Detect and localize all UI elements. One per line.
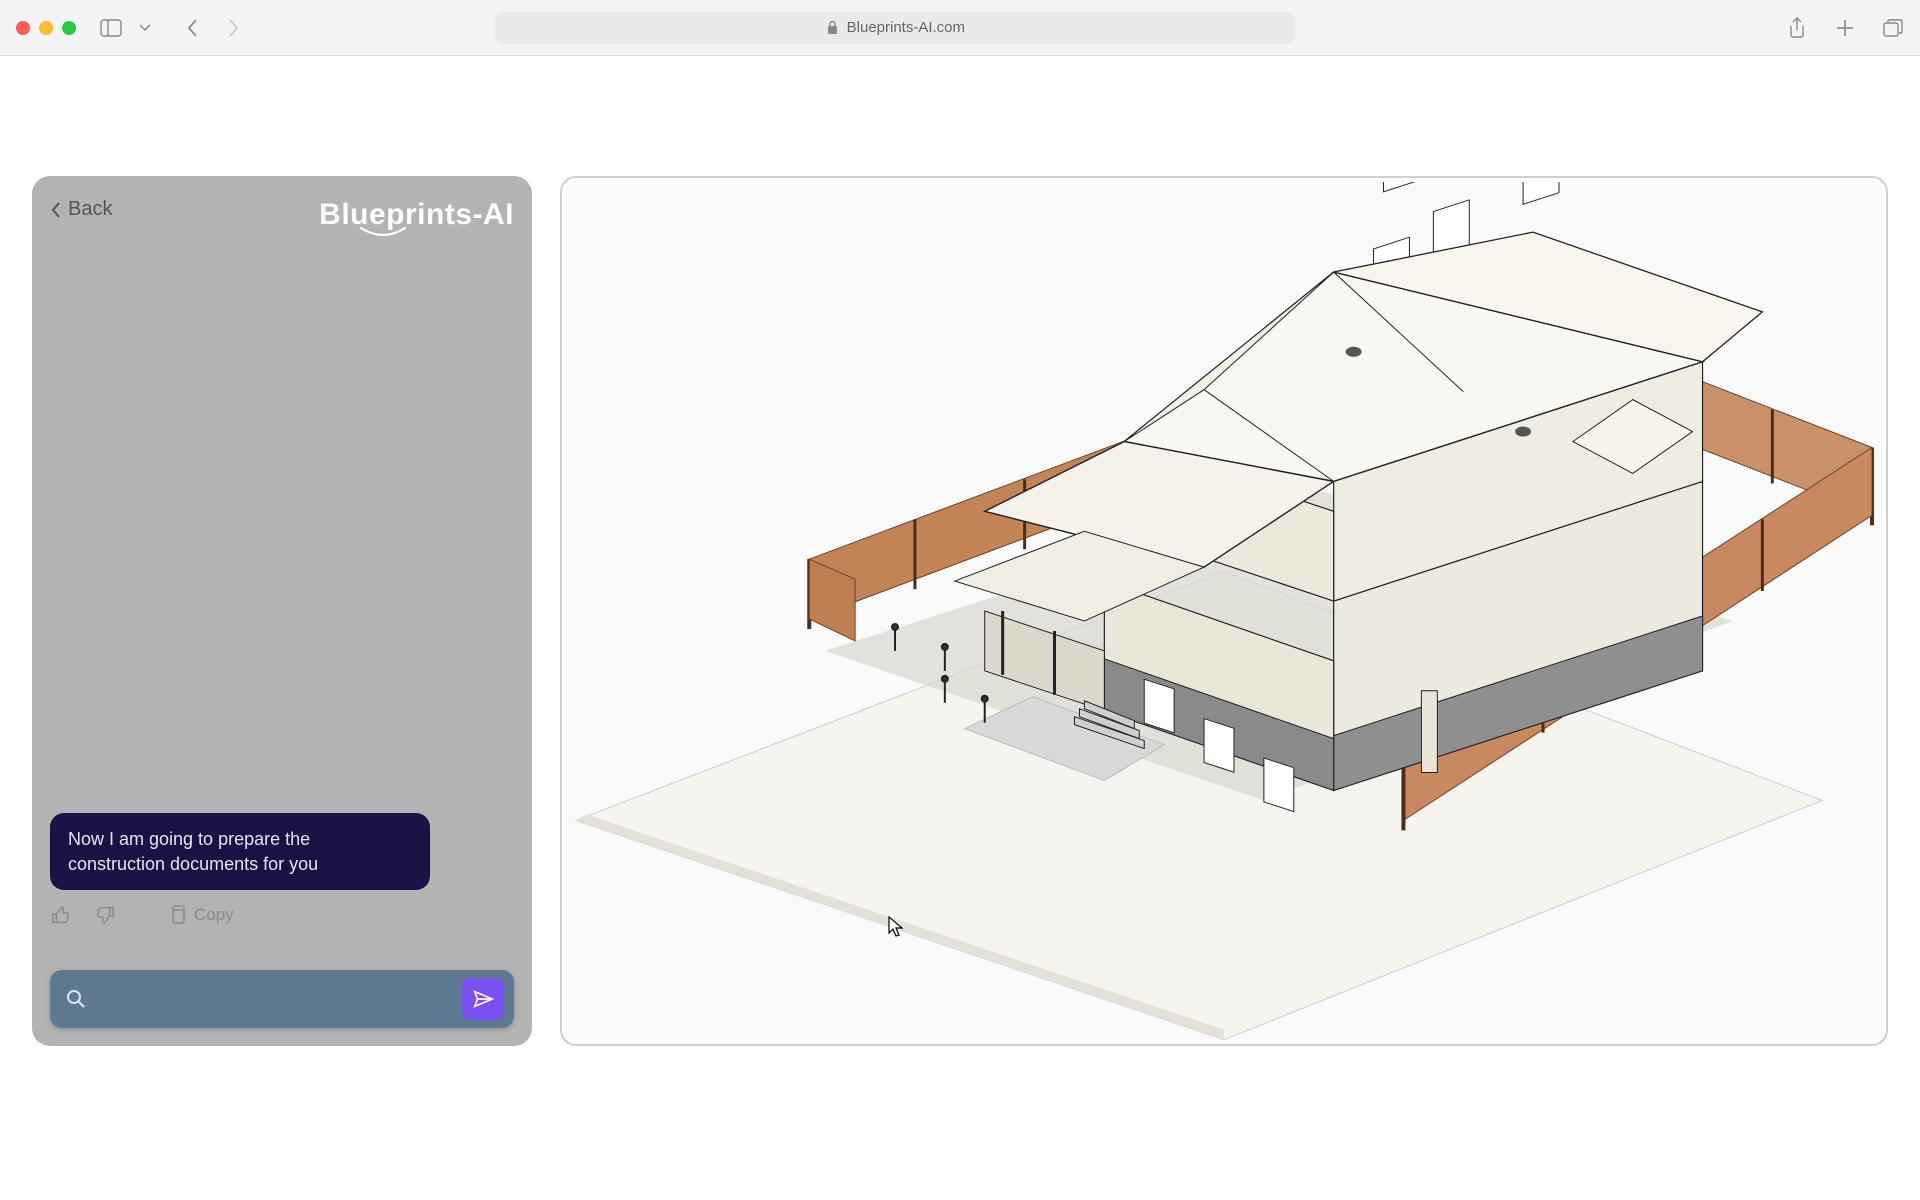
share-icon[interactable] [1786, 17, 1808, 39]
assistant-message: Now I am going to prepare the constructi… [50, 813, 430, 890]
new-tab-icon[interactable] [1834, 17, 1856, 39]
search-icon [66, 989, 86, 1009]
url-text: Blueprints-AI.com [847, 19, 965, 36]
copy-button[interactable]: Copy [168, 905, 234, 925]
nav-forward-icon[interactable] [222, 17, 244, 39]
close-window-icon[interactable] [16, 21, 30, 35]
copy-icon [168, 905, 186, 925]
chat-input[interactable] [98, 990, 450, 1008]
sidebar-toggle-icon[interactable] [100, 17, 122, 39]
send-icon [472, 988, 494, 1010]
send-button[interactable] [462, 978, 504, 1020]
thumbs-up-icon[interactable] [50, 904, 72, 926]
3d-viewport[interactable] [560, 176, 1888, 1046]
chevron-down-icon[interactable] [134, 17, 156, 39]
back-button[interactable]: Back [50, 198, 112, 221]
lock-icon [826, 20, 839, 35]
brand-swoosh-icon [359, 226, 407, 240]
mouse-cursor-icon [888, 916, 904, 938]
window-traffic-lights [16, 21, 76, 35]
back-label: Back [68, 198, 112, 221]
thumbs-down-icon[interactable] [94, 904, 116, 926]
browser-toolbar: Blueprints-AI.com [0, 0, 1920, 56]
tabs-overview-icon[interactable] [1882, 17, 1904, 39]
message-actions: Copy [50, 904, 514, 926]
chat-input-bar [50, 970, 514, 1028]
brand-logo: Blueprints-AI [319, 198, 514, 232]
minimize-window-icon[interactable] [39, 21, 53, 35]
chevron-left-icon [50, 201, 62, 219]
house-rendering [566, 182, 1882, 1040]
maximize-window-icon[interactable] [62, 21, 76, 35]
copy-label: Copy [194, 905, 234, 925]
chat-sidebar: Back Blueprints-AI Now I am going to pre… [32, 176, 532, 1046]
nav-back-icon[interactable] [182, 17, 204, 39]
url-bar[interactable]: Blueprints-AI.com [495, 12, 1295, 44]
